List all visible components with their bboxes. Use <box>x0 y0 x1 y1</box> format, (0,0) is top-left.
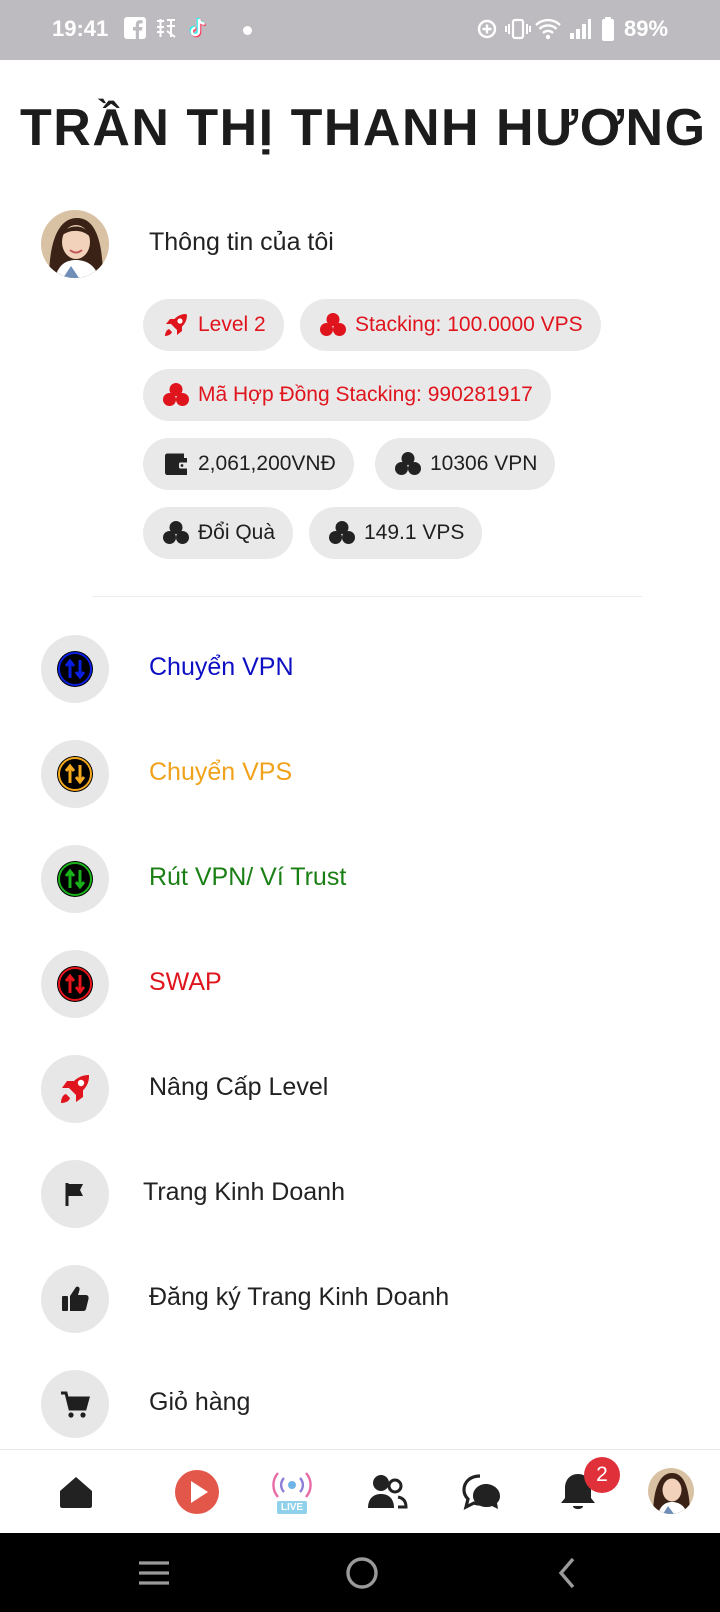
vibrate-icon <box>505 18 531 40</box>
level-chip-label: Level 2 <box>198 313 266 336</box>
status-bar: 19:41 89% <box>0 0 720 60</box>
wifi-icon <box>535 18 561 40</box>
back-icon[interactable] <box>555 1555 579 1591</box>
contract-chip[interactable]: Mã Hợp Đồng Stacking: 990281917 <box>143 369 551 421</box>
stacking-chip-label: Stacking: 100.0000 VPS <box>355 313 583 336</box>
menu-label: Rút VPN/ Ví Trust <box>149 863 347 891</box>
menu-label: Đăng ký Trang Kinh Doanh <box>149 1283 450 1311</box>
home-circle-icon[interactable] <box>344 1555 380 1591</box>
vpn-balance-chip[interactable]: 10306 VPN <box>375 438 556 490</box>
system-nav-bar <box>0 1533 720 1612</box>
menu-item-cart[interactable]: Giỏ hàng <box>0 1370 720 1440</box>
avatar[interactable] <box>41 210 109 278</box>
signal-icon <box>570 19 591 39</box>
flag-icon <box>41 1160 109 1228</box>
wallet-chip[interactable]: 2,061,200VNĐ <box>143 438 354 490</box>
rocket-icon <box>165 314 187 336</box>
level-chip[interactable]: Level 2 <box>143 299 284 351</box>
gift-exchange-label: Đổi Quà <box>198 521 276 544</box>
menu-item-withdraw-vpn[interactable]: Rút VPN/ Ví Trust <box>0 845 720 915</box>
coins-icon <box>329 521 355 544</box>
battery-level: 89% <box>624 16 669 41</box>
transfer-icon <box>41 635 109 703</box>
friends-icon[interactable] <box>363 1468 411 1516</box>
my-info-link[interactable]: Thông tin của tôi <box>149 228 334 257</box>
vps-balance-chip[interactable]: 149.1 VPS <box>309 507 483 559</box>
live-label: LIVE <box>276 1501 308 1514</box>
menu-label: Giỏ hàng <box>149 1388 251 1416</box>
notification-badge: 2 <box>584 1457 620 1493</box>
menu-item-transfer-vpn[interactable]: Chuyển VPN <box>0 635 720 705</box>
rocket-icon <box>41 1055 109 1123</box>
menu-label: Nâng Cấp Level <box>149 1073 329 1101</box>
chinese-app-icon <box>157 19 176 38</box>
wallet-chip-label: 2,061,200VNĐ <box>198 452 336 475</box>
cart-icon <box>41 1370 109 1438</box>
recents-icon[interactable] <box>137 1559 171 1587</box>
menu-label: Chuyển VPN <box>149 653 294 681</box>
coins-icon <box>163 383 189 406</box>
coins-icon <box>320 313 346 336</box>
battery-icon <box>602 17 614 41</box>
menu-item-swap[interactable]: SWAP <box>0 950 720 1020</box>
stacking-chip[interactable]: Stacking: 100.0000 VPS <box>300 299 601 351</box>
tiktok-icon <box>189 17 206 38</box>
menu-item-upgrade-level[interactable]: Nâng Cấp Level <box>0 1055 720 1125</box>
transfer-icon <box>41 740 109 808</box>
menu-item-business-page[interactable]: Trang Kinh Doanh <box>0 1160 720 1230</box>
home-icon[interactable] <box>52 1468 100 1516</box>
contract-chip-label: Mã Hợp Đồng Stacking: 990281917 <box>198 383 533 406</box>
transfer-icon <box>41 845 109 913</box>
menu-item-register-business[interactable]: Đăng ký Trang Kinh Doanh <box>0 1265 720 1335</box>
dot-icon <box>243 26 252 35</box>
menu-label: Chuyển VPS <box>149 758 293 786</box>
live-icon[interactable]: LIVE <box>268 1468 316 1516</box>
status-time: 19:41 <box>52 16 109 41</box>
menu-label: SWAP <box>149 968 222 996</box>
page-title: TRẦN THỊ THANH HƯƠNG <box>20 99 707 157</box>
coins-icon <box>395 452 421 475</box>
data-saver-icon <box>477 19 497 39</box>
menu-label: Trang Kinh Doanh <box>143 1178 345 1206</box>
divider <box>92 596 642 597</box>
transfer-icon <box>41 950 109 1018</box>
vps-balance-label: 149.1 VPS <box>364 521 465 544</box>
thumbs-up-icon <box>41 1265 109 1333</box>
facebook-icon <box>124 17 146 39</box>
gift-exchange-chip[interactable]: Đổi Quà <box>143 507 294 559</box>
wallet-icon <box>165 453 188 475</box>
chat-icon[interactable] <box>458 1468 506 1516</box>
vpn-balance-label: 10306 VPN <box>430 452 538 475</box>
video-play-icon[interactable] <box>173 1468 221 1516</box>
profile-avatar[interactable] <box>648 1468 694 1514</box>
menu-item-transfer-vps[interactable]: Chuyển VPS <box>0 740 720 810</box>
coins-icon <box>163 521 189 544</box>
